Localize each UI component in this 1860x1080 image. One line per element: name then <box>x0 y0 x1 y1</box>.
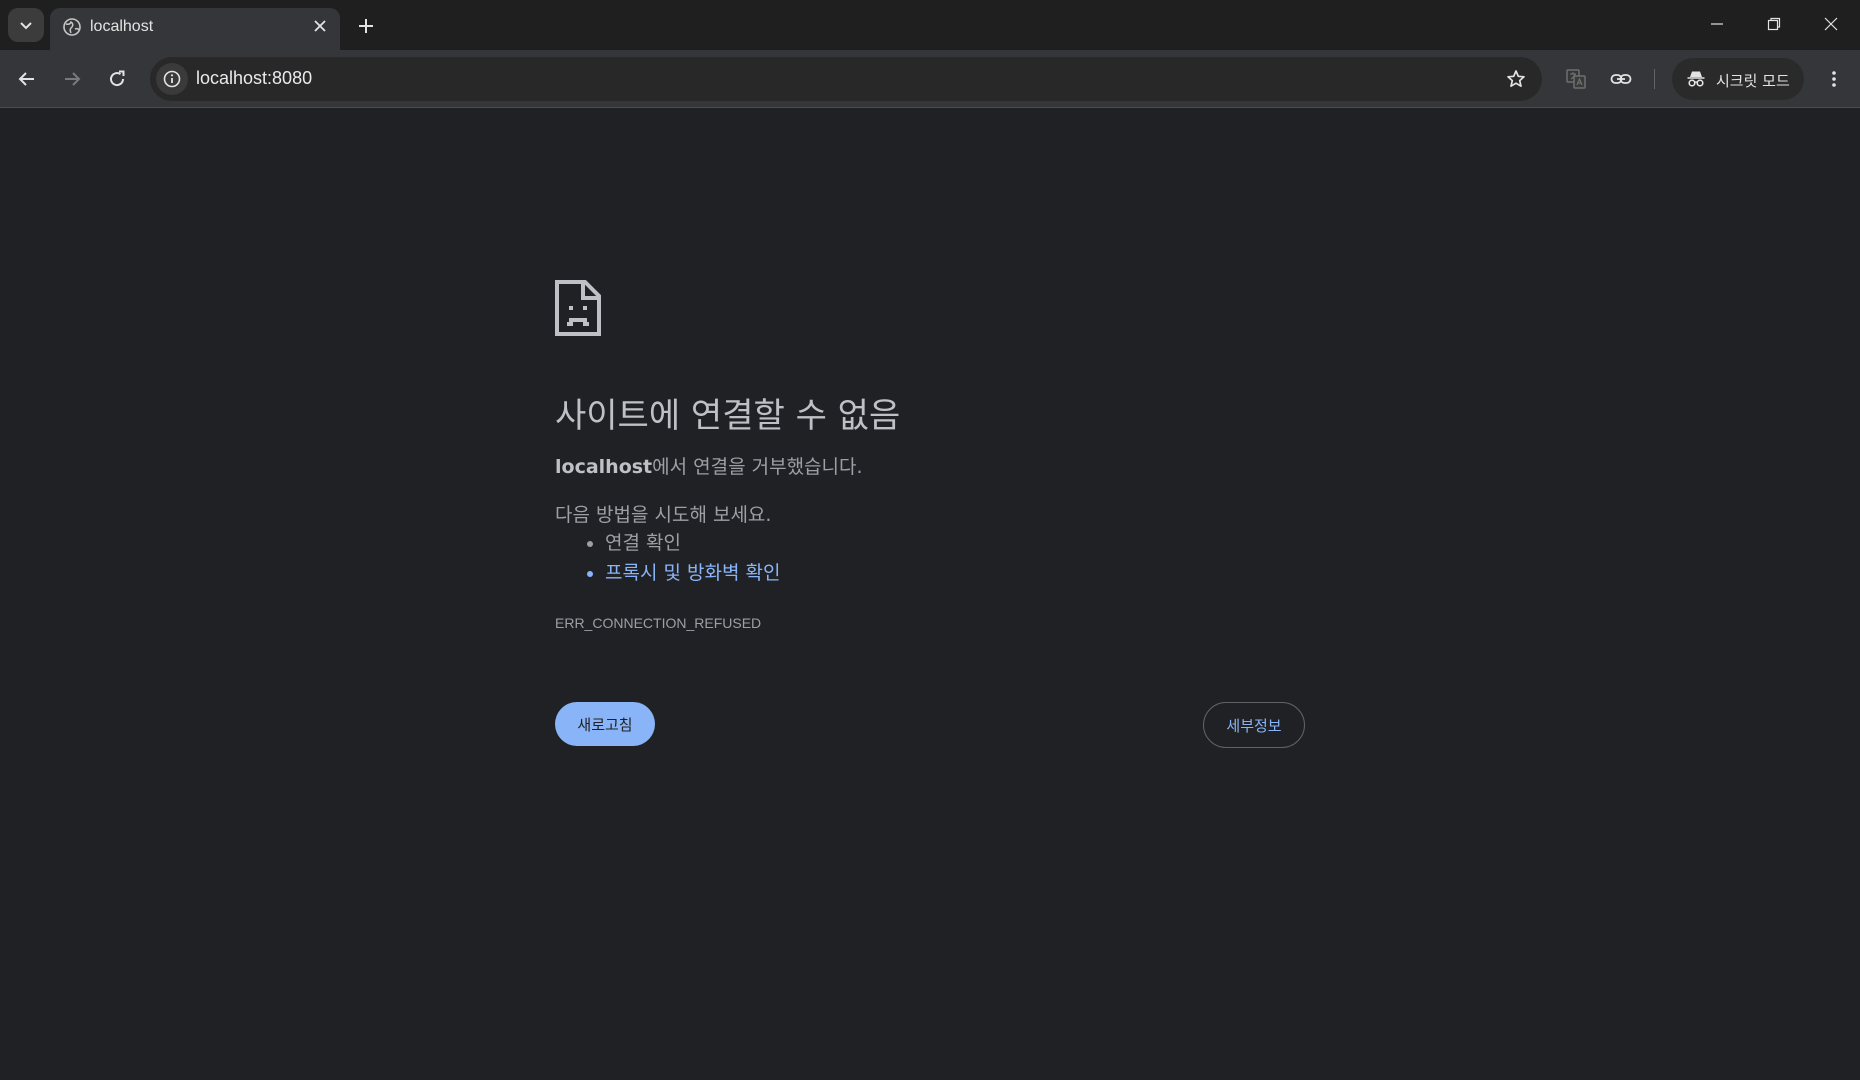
tab-title: localhost <box>90 18 154 35</box>
restore-button[interactable] <box>1752 6 1796 42</box>
minimize-icon <box>1711 23 1723 25</box>
translate-icon <box>1566 69 1586 89</box>
tab-search-button[interactable] <box>8 8 44 42</box>
plus-icon <box>359 19 373 33</box>
window-close-icon <box>1824 17 1838 31</box>
browser-toolbar: localhost:8080 시크릿 모드 <box>0 50 1860 108</box>
reload-icon <box>110 70 125 87</box>
new-tab-button[interactable] <box>352 12 380 40</box>
translate-button[interactable] <box>1560 63 1592 95</box>
tab-close-button[interactable] <box>310 16 330 36</box>
error-code: ERR_CONNECTION_REFUSED <box>555 615 762 631</box>
browser-menu-button[interactable] <box>1818 63 1850 95</box>
back-button[interactable] <box>11 63 43 95</box>
sad-page-icon <box>555 280 601 336</box>
globe-icon <box>63 18 81 36</box>
suggestion-check-connection: 연결 확인 <box>605 528 780 558</box>
incognito-indicator[interactable]: 시크릿 모드 <box>1672 58 1804 100</box>
minimize-button[interactable] <box>1695 6 1739 42</box>
link-button[interactable] <box>1605 63 1637 95</box>
suggestions-heading: 다음 방법을 시도해 보세요. <box>555 504 772 526</box>
error-host: localhost <box>555 456 653 478</box>
error-page: 사이트에 연결할 수 없음 localhost에서 연결을 거부했습니다. 다음… <box>0 108 1860 1080</box>
url-text[interactable]: localhost:8080 <box>196 68 312 89</box>
address-bar[interactable]: localhost:8080 <box>150 57 1542 101</box>
reload-button[interactable] <box>101 63 133 95</box>
window-close-button[interactable] <box>1809 6 1853 42</box>
bookmark-button[interactable] <box>1502 65 1530 93</box>
suggestions-list: 연결 확인 프록시 및 방화벽 확인 <box>555 528 780 588</box>
suggestion-proxy-firewall-link[interactable]: 프록시 및 방화벽 확인 <box>605 558 780 588</box>
title-bar: localhost <box>0 0 1860 50</box>
forward-button[interactable] <box>56 63 88 95</box>
active-tab[interactable]: localhost <box>50 8 340 50</box>
error-description-text: 에서 연결을 거부했습니다. <box>652 456 863 478</box>
close-icon <box>314 20 326 32</box>
toolbar-divider <box>1654 69 1655 89</box>
reload-page-button[interactable]: 새로고침 <box>555 702 655 746</box>
restore-icon <box>1767 17 1781 31</box>
incognito-icon <box>1687 71 1705 87</box>
link-icon <box>1610 74 1632 84</box>
forward-icon <box>65 72 81 86</box>
more-vert-icon <box>1832 71 1836 87</box>
info-icon <box>163 70 181 88</box>
back-icon <box>18 72 34 86</box>
incognito-label: 시크릿 모드 <box>1716 72 1790 90</box>
error-description: localhost에서 연결을 거부했습니다. <box>555 452 863 479</box>
tab-list-icon <box>20 22 32 30</box>
star-icon <box>1507 70 1525 88</box>
error-title: 사이트에 연결할 수 없음 <box>555 396 901 436</box>
site-info-button[interactable] <box>156 63 188 95</box>
details-button[interactable]: 세부정보 <box>1203 702 1305 748</box>
